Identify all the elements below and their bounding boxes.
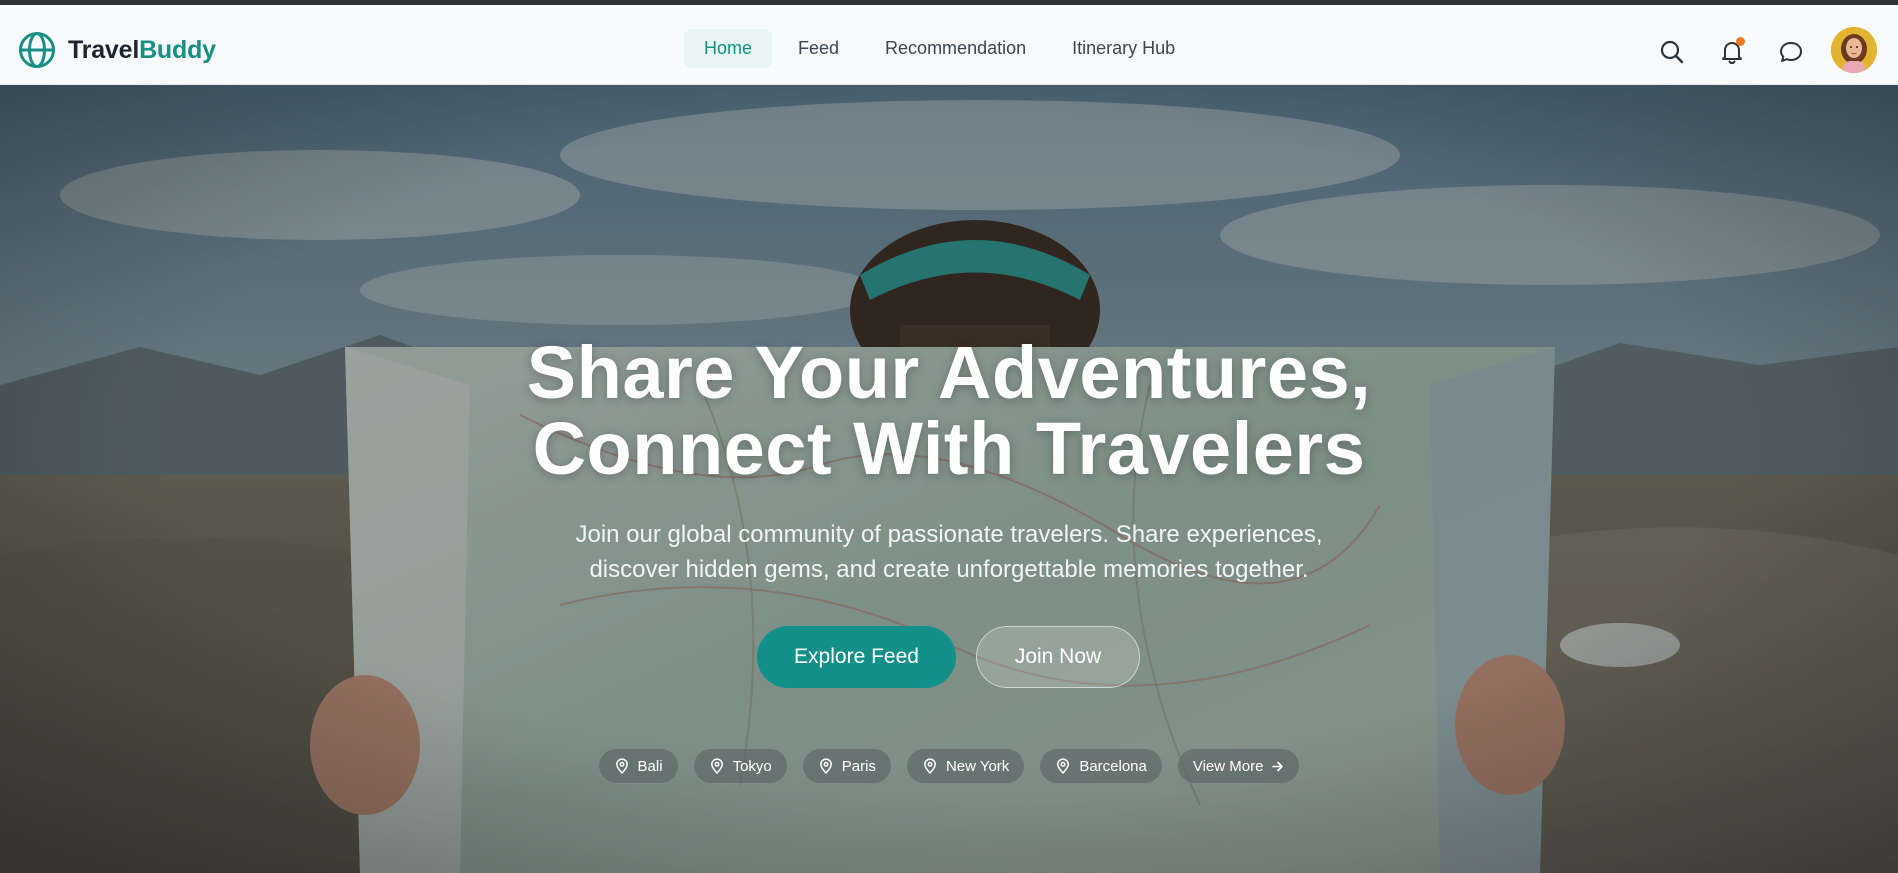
map-pin-icon	[615, 758, 628, 774]
nav-feed[interactable]: Feed	[778, 29, 859, 68]
destination-chips: Bali Tokyo Paris New York Barcelona View…	[0, 748, 1898, 784]
brand-logo[interactable]: TravelBuddy	[18, 31, 216, 69]
main-nav: Home Feed Recommendation Itinerary Hub	[684, 29, 1195, 68]
nav-home[interactable]: Home	[684, 29, 773, 68]
destination-chip-paris[interactable]: Paris	[801, 748, 892, 784]
nav-itinerary-hub[interactable]: Itinerary Hub	[1052, 29, 1195, 68]
destination-chip-label: Bali	[637, 757, 663, 775]
brand-name: TravelBuddy	[68, 36, 216, 65]
user-avatar[interactable]	[1831, 27, 1877, 73]
brand-name-part2: Buddy	[139, 35, 216, 64]
messages-button[interactable]	[1776, 37, 1806, 67]
explore-feed-button[interactable]: Explore Feed	[757, 626, 956, 688]
arrow-right-icon	[1272, 761, 1284, 771]
map-pin-icon	[710, 758, 723, 774]
destination-chip-bali[interactable]: Bali	[597, 748, 679, 784]
hero-title-line1: Share Your Adventures,	[526, 331, 1372, 414]
hero-subtitle: Join our global community of passionate …	[0, 517, 1898, 587]
hero-subtitle-line1: Join our global community of passionate …	[575, 521, 1323, 548]
search-button[interactable]	[1657, 37, 1687, 67]
destination-chip-new-york[interactable]: New York	[905, 748, 1026, 784]
view-more-label: View More	[1192, 757, 1264, 775]
notifications-button[interactable]	[1717, 37, 1747, 67]
chat-bubble-icon	[1780, 42, 1802, 62]
destination-chip-barcelona[interactable]: Barcelona	[1039, 748, 1163, 784]
join-now-button[interactable]: Join Now	[976, 626, 1140, 688]
destination-chip-label: Barcelona	[1079, 757, 1147, 775]
avatar-portrait-icon	[1831, 27, 1877, 73]
destination-chip-label: Tokyo	[732, 757, 772, 775]
notification-dot	[1736, 37, 1745, 46]
destination-chip-tokyo[interactable]: Tokyo	[692, 748, 788, 784]
map-pin-icon	[819, 758, 832, 774]
site-header: TravelBuddy Home Feed Recommendation Iti…	[0, 5, 1898, 85]
hero-title: Share Your Adventures, Connect With Trav…	[0, 335, 1898, 487]
nav-recommendation[interactable]: Recommendation	[865, 29, 1046, 68]
view-more-chip[interactable]: View More	[1176, 748, 1301, 784]
destination-chip-label: Paris	[841, 757, 876, 775]
globe-icon	[19, 32, 55, 68]
hero-title-line2: Connect With Travelers	[532, 407, 1366, 490]
destination-chip-label: New York	[945, 757, 1010, 775]
map-pin-icon	[1057, 758, 1070, 774]
search-icon	[1660, 40, 1684, 64]
hero-subtitle-line2: discover hidden gems, and create unforge…	[589, 556, 1309, 583]
hero-section: Share Your Adventures, Connect With Trav…	[0, 85, 1898, 873]
brand-name-part1: Travel	[68, 35, 140, 64]
map-pin-icon	[923, 758, 936, 774]
